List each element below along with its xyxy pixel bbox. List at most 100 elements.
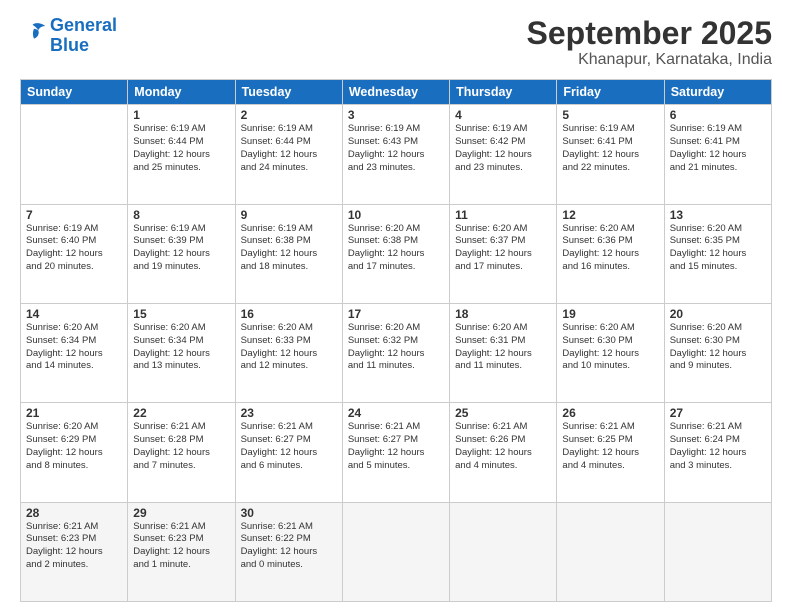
- weekday-header-cell: Wednesday: [342, 80, 449, 105]
- day-number: 21: [26, 406, 122, 420]
- calendar-cell: 29Sunrise: 6:21 AMSunset: 6:23 PMDayligh…: [128, 502, 235, 601]
- calendar-week-row: 7Sunrise: 6:19 AMSunset: 6:40 PMDaylight…: [21, 204, 772, 303]
- calendar-cell: [342, 502, 449, 601]
- calendar-cell: 14Sunrise: 6:20 AMSunset: 6:34 PMDayligh…: [21, 303, 128, 402]
- calendar-cell: 15Sunrise: 6:20 AMSunset: 6:34 PMDayligh…: [128, 303, 235, 402]
- calendar-cell: 16Sunrise: 6:20 AMSunset: 6:33 PMDayligh…: [235, 303, 342, 402]
- day-number: 24: [348, 406, 444, 420]
- day-info: Sunrise: 6:21 AMSunset: 6:26 PMDaylight:…: [455, 421, 551, 472]
- calendar-cell: 17Sunrise: 6:20 AMSunset: 6:32 PMDayligh…: [342, 303, 449, 402]
- calendar-cell: 12Sunrise: 6:20 AMSunset: 6:36 PMDayligh…: [557, 204, 664, 303]
- day-number: 23: [241, 406, 337, 420]
- page-title: September 2025: [527, 16, 772, 51]
- calendar-cell: 9Sunrise: 6:19 AMSunset: 6:38 PMDaylight…: [235, 204, 342, 303]
- calendar-cell: 10Sunrise: 6:20 AMSunset: 6:38 PMDayligh…: [342, 204, 449, 303]
- day-info: Sunrise: 6:21 AMSunset: 6:23 PMDaylight:…: [133, 521, 229, 572]
- day-info: Sunrise: 6:20 AMSunset: 6:33 PMDaylight:…: [241, 322, 337, 373]
- day-number: 8: [133, 208, 229, 222]
- day-info: Sunrise: 6:20 AMSunset: 6:35 PMDaylight:…: [670, 223, 766, 274]
- calendar-cell: [664, 502, 771, 601]
- logo-text: General Blue: [50, 16, 117, 56]
- day-number: 29: [133, 506, 229, 520]
- day-number: 10: [348, 208, 444, 222]
- day-number: 17: [348, 307, 444, 321]
- day-info: Sunrise: 6:21 AMSunset: 6:28 PMDaylight:…: [133, 421, 229, 472]
- day-number: 30: [241, 506, 337, 520]
- calendar-cell: 26Sunrise: 6:21 AMSunset: 6:25 PMDayligh…: [557, 403, 664, 502]
- day-number: 13: [670, 208, 766, 222]
- day-number: 22: [133, 406, 229, 420]
- calendar-cell: 4Sunrise: 6:19 AMSunset: 6:42 PMDaylight…: [450, 105, 557, 204]
- day-number: 20: [670, 307, 766, 321]
- day-info: Sunrise: 6:21 AMSunset: 6:25 PMDaylight:…: [562, 421, 658, 472]
- day-info: Sunrise: 6:20 AMSunset: 6:34 PMDaylight:…: [133, 322, 229, 373]
- day-info: Sunrise: 6:19 AMSunset: 6:40 PMDaylight:…: [26, 223, 122, 274]
- day-info: Sunrise: 6:19 AMSunset: 6:42 PMDaylight:…: [455, 123, 551, 174]
- day-number: 25: [455, 406, 551, 420]
- header: General Blue September 2025 Khanapur, Ka…: [20, 16, 772, 69]
- logo-bird-icon: [20, 19, 48, 47]
- calendar-week-row: 21Sunrise: 6:20 AMSunset: 6:29 PMDayligh…: [21, 403, 772, 502]
- day-number: 5: [562, 108, 658, 122]
- calendar-cell: 1Sunrise: 6:19 AMSunset: 6:44 PMDaylight…: [128, 105, 235, 204]
- day-number: 2: [241, 108, 337, 122]
- page: General Blue September 2025 Khanapur, Ka…: [0, 0, 792, 612]
- day-info: Sunrise: 6:21 AMSunset: 6:23 PMDaylight:…: [26, 521, 122, 572]
- day-number: 3: [348, 108, 444, 122]
- weekday-header-cell: Saturday: [664, 80, 771, 105]
- day-number: 26: [562, 406, 658, 420]
- day-number: 19: [562, 307, 658, 321]
- calendar-cell: 24Sunrise: 6:21 AMSunset: 6:27 PMDayligh…: [342, 403, 449, 502]
- day-number: 7: [26, 208, 122, 222]
- day-info: Sunrise: 6:20 AMSunset: 6:30 PMDaylight:…: [562, 322, 658, 373]
- calendar-body: 1Sunrise: 6:19 AMSunset: 6:44 PMDaylight…: [21, 105, 772, 602]
- logo-line1: General: [50, 15, 117, 35]
- calendar-cell: 21Sunrise: 6:20 AMSunset: 6:29 PMDayligh…: [21, 403, 128, 502]
- day-info: Sunrise: 6:20 AMSunset: 6:30 PMDaylight:…: [670, 322, 766, 373]
- weekday-header-cell: Thursday: [450, 80, 557, 105]
- day-info: Sunrise: 6:20 AMSunset: 6:36 PMDaylight:…: [562, 223, 658, 274]
- weekday-header-cell: Sunday: [21, 80, 128, 105]
- weekday-header-cell: Monday: [128, 80, 235, 105]
- calendar-cell: 2Sunrise: 6:19 AMSunset: 6:44 PMDaylight…: [235, 105, 342, 204]
- day-info: Sunrise: 6:20 AMSunset: 6:32 PMDaylight:…: [348, 322, 444, 373]
- day-info: Sunrise: 6:20 AMSunset: 6:31 PMDaylight:…: [455, 322, 551, 373]
- day-number: 18: [455, 307, 551, 321]
- calendar-cell: [21, 105, 128, 204]
- day-info: Sunrise: 6:19 AMSunset: 6:44 PMDaylight:…: [241, 123, 337, 174]
- calendar-cell: 11Sunrise: 6:20 AMSunset: 6:37 PMDayligh…: [450, 204, 557, 303]
- calendar-cell: 22Sunrise: 6:21 AMSunset: 6:28 PMDayligh…: [128, 403, 235, 502]
- day-info: Sunrise: 6:19 AMSunset: 6:43 PMDaylight:…: [348, 123, 444, 174]
- day-info: Sunrise: 6:20 AMSunset: 6:37 PMDaylight:…: [455, 223, 551, 274]
- calendar-cell: [557, 502, 664, 601]
- weekday-header-cell: Tuesday: [235, 80, 342, 105]
- calendar-cell: 5Sunrise: 6:19 AMSunset: 6:41 PMDaylight…: [557, 105, 664, 204]
- day-number: 28: [26, 506, 122, 520]
- calendar-week-row: 1Sunrise: 6:19 AMSunset: 6:44 PMDaylight…: [21, 105, 772, 204]
- day-number: 12: [562, 208, 658, 222]
- calendar-cell: 28Sunrise: 6:21 AMSunset: 6:23 PMDayligh…: [21, 502, 128, 601]
- page-subtitle: Khanapur, Karnataka, India: [527, 51, 772, 69]
- calendar-cell: 25Sunrise: 6:21 AMSunset: 6:26 PMDayligh…: [450, 403, 557, 502]
- day-info: Sunrise: 6:21 AMSunset: 6:27 PMDaylight:…: [348, 421, 444, 472]
- calendar-cell: 23Sunrise: 6:21 AMSunset: 6:27 PMDayligh…: [235, 403, 342, 502]
- calendar-cell: 18Sunrise: 6:20 AMSunset: 6:31 PMDayligh…: [450, 303, 557, 402]
- calendar-cell: 6Sunrise: 6:19 AMSunset: 6:41 PMDaylight…: [664, 105, 771, 204]
- day-number: 11: [455, 208, 551, 222]
- calendar-cell: 20Sunrise: 6:20 AMSunset: 6:30 PMDayligh…: [664, 303, 771, 402]
- day-info: Sunrise: 6:20 AMSunset: 6:29 PMDaylight:…: [26, 421, 122, 472]
- calendar-cell: 30Sunrise: 6:21 AMSunset: 6:22 PMDayligh…: [235, 502, 342, 601]
- day-info: Sunrise: 6:19 AMSunset: 6:44 PMDaylight:…: [133, 123, 229, 174]
- calendar: SundayMondayTuesdayWednesdayThursdayFrid…: [20, 79, 772, 602]
- day-number: 15: [133, 307, 229, 321]
- calendar-cell: 27Sunrise: 6:21 AMSunset: 6:24 PMDayligh…: [664, 403, 771, 502]
- day-info: Sunrise: 6:19 AMSunset: 6:41 PMDaylight:…: [670, 123, 766, 174]
- day-info: Sunrise: 6:21 AMSunset: 6:22 PMDaylight:…: [241, 521, 337, 572]
- day-number: 16: [241, 307, 337, 321]
- calendar-cell: [450, 502, 557, 601]
- calendar-cell: 8Sunrise: 6:19 AMSunset: 6:39 PMDaylight…: [128, 204, 235, 303]
- day-info: Sunrise: 6:19 AMSunset: 6:38 PMDaylight:…: [241, 223, 337, 274]
- day-number: 14: [26, 307, 122, 321]
- day-number: 27: [670, 406, 766, 420]
- calendar-cell: 3Sunrise: 6:19 AMSunset: 6:43 PMDaylight…: [342, 105, 449, 204]
